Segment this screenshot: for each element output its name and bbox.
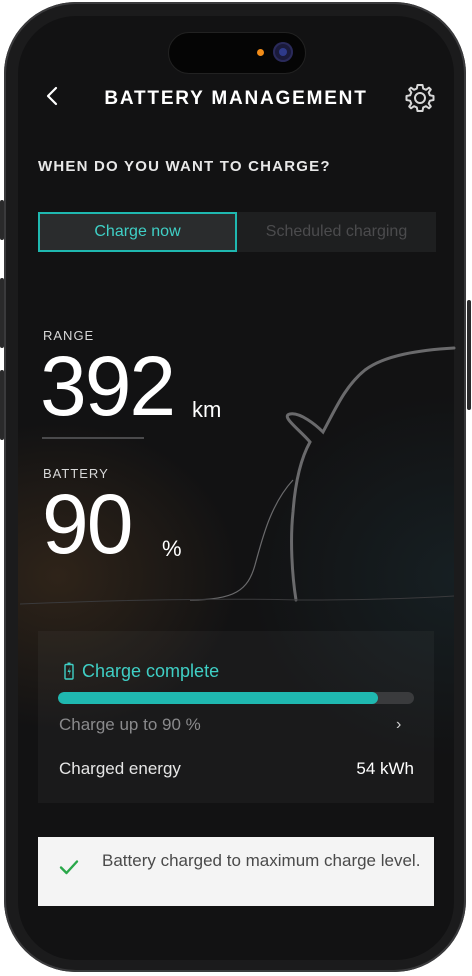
tab-scheduled-charging[interactable]: Scheduled charging xyxy=(237,212,436,252)
gear-icon[interactable] xyxy=(404,82,436,114)
battery-icon xyxy=(64,662,74,680)
charge-question-heading: WHEN DO YOU WANT TO CHARGE? xyxy=(38,158,331,175)
charged-energy-label: Charged energy xyxy=(59,759,181,778)
battery-value: 90 xyxy=(42,477,133,571)
range-value: 392 xyxy=(40,339,176,433)
charge-status-text: Charge complete xyxy=(82,661,220,681)
front-camera xyxy=(273,42,293,62)
charge-progress-bar xyxy=(58,692,414,704)
battery-unit: % xyxy=(162,536,182,561)
checkmark-icon xyxy=(59,860,79,875)
divider xyxy=(42,437,144,439)
charge-mode-segmented-control: Charge now Scheduled charging xyxy=(38,212,436,252)
page-title: BATTERY MANAGEMENT xyxy=(104,88,368,109)
toast-message: Battery charged to maximum charge level. xyxy=(102,851,421,870)
tab-charge-now[interactable]: Charge now xyxy=(38,212,237,252)
charge-progress-fill xyxy=(58,692,379,704)
dynamic-island xyxy=(168,32,306,74)
privacy-indicator-dot xyxy=(257,49,264,56)
charge-limit-setting[interactable]: Charge up to 90 % xyxy=(59,715,201,735)
range-unit: km xyxy=(192,397,222,422)
charged-energy-value: 54 kWh xyxy=(356,759,414,778)
chevron-right-icon[interactable]: › xyxy=(396,716,401,734)
